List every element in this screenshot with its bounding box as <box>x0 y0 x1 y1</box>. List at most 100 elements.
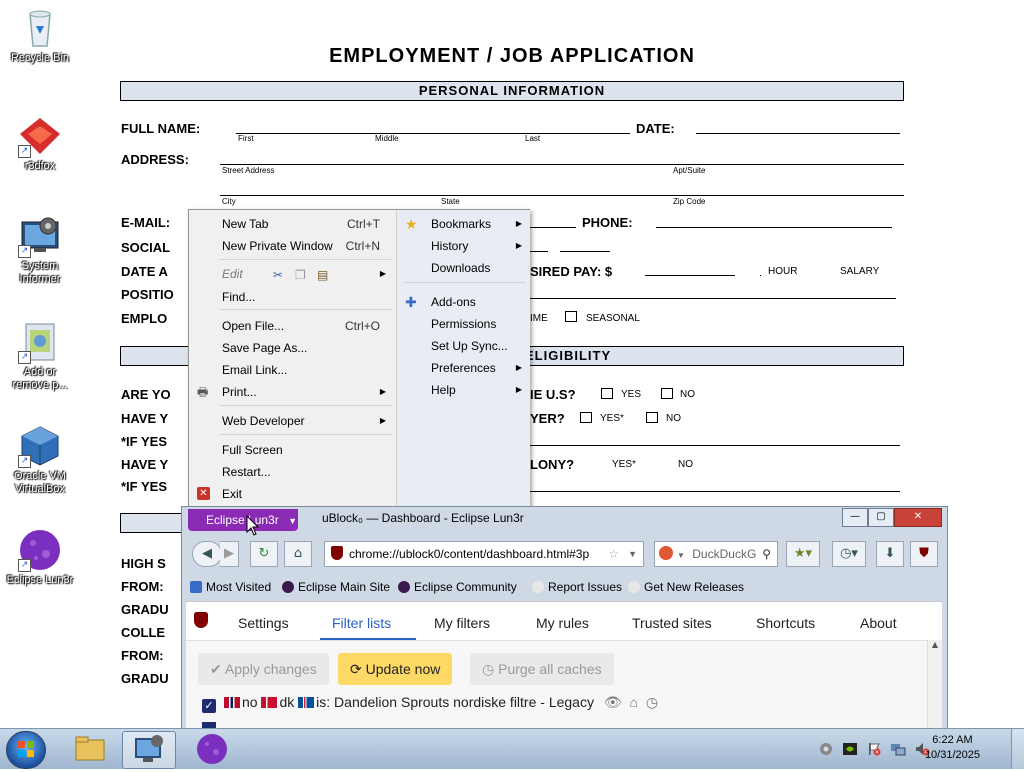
filter-list-item[interactable]: ✓ no dk is: Dandelion Sprouts nordiske fi… <box>202 694 658 713</box>
url-dropdown-icon[interactable]: ▼ <box>628 542 637 566</box>
tick <box>760 275 761 276</box>
underline <box>236 133 630 134</box>
menu-item-print[interactable]: 🖶 Print... ▶ <box>189 382 396 402</box>
tray-flag-icon[interactable]: ✕ <box>866 741 882 757</box>
desktop-icon-r3dfox[interactable]: ↗ r3dfox <box>4 114 76 173</box>
taskbar: ✕ ✕ 6:22 AM 10/31/2025 <box>0 728 1024 769</box>
bookmark-star-icon[interactable]: ☆ <box>608 542 619 566</box>
label-city: City <box>222 197 236 206</box>
tray-nvidia-icon[interactable] <box>842 741 858 757</box>
address-bar[interactable]: chrome://ublock0/content/dashboard.html#… <box>324 541 644 567</box>
update-now-button[interactable]: ⟳ Update now <box>338 653 453 685</box>
desktop-icon-eclipse-lun3r[interactable]: ↗ Eclipse Lun3r <box>4 528 76 587</box>
show-desktop-button[interactable] <box>1011 729 1024 769</box>
filter-enabled-checkbox[interactable]: ✓ <box>202 699 216 713</box>
desktop-icon-system-informer[interactable]: ↗ System Informer <box>4 214 76 286</box>
taskbar-system-informer[interactable] <box>122 731 176 769</box>
bookmarks-menu-button[interactable]: ★▾ <box>786 541 820 567</box>
no-checkbox[interactable] <box>661 388 673 399</box>
eclipse-icon <box>398 581 410 593</box>
taskbar-eclipse-lun3r[interactable] <box>186 731 238 767</box>
search-box[interactable]: ▼ DuckDuckG ⚲ <box>654 541 778 567</box>
menu-item-full-screen[interactable]: Full Screen <box>189 440 396 460</box>
menu-item-email-link[interactable]: Email Link... <box>189 360 396 380</box>
menu-item-exit[interactable]: ✕ Exit <box>189 484 396 504</box>
tray-network-icon[interactable] <box>890 741 906 757</box>
menu-item-restart[interactable]: Restart... <box>189 462 396 482</box>
scroll-up-arrow-icon[interactable]: ▲ <box>928 640 942 649</box>
bookmark-get-new-releases[interactable]: Get New Releases <box>628 579 744 595</box>
menu-item-new-tab[interactable]: New Tab Ctrl+T <box>189 214 396 234</box>
tab-filter-lists[interactable]: Filter lists <box>332 615 391 631</box>
yes-checkbox[interactable] <box>601 388 613 399</box>
menu-item-edit[interactable]: Edit ✂ ❐ ▤ ▶ <box>189 264 396 284</box>
bookmark-eclipse-community[interactable]: Eclipse Community <box>398 579 517 595</box>
tab-about[interactable]: About <box>860 615 897 631</box>
label-from: FROM: <box>121 579 164 594</box>
search-icon[interactable]: ⚲ <box>762 542 771 566</box>
bookmark-report-issues[interactable]: Report Issues <box>532 579 622 595</box>
bookmark-eclipse-main-site[interactable]: Eclipse Main Site <box>282 579 390 595</box>
menu-item-add-ons[interactable]: ✚ Add-ons <box>397 292 530 312</box>
close-button[interactable]: ✕ <box>894 508 942 527</box>
tray-gear-icon[interactable] <box>818 741 834 757</box>
menu-item-bookmarks[interactable]: ★ Bookmarks ▶ <box>397 214 530 234</box>
menu-item-help[interactable]: Help ▶ <box>397 380 530 400</box>
label-position: POSITIO <box>121 287 174 302</box>
menu-item-save-page-as[interactable]: Save Page As... <box>189 338 396 358</box>
menu-item-find[interactable]: Find... <box>189 287 396 307</box>
tab-my-filters[interactable]: My filters <box>434 615 490 631</box>
menu-item-set-up-sync[interactable]: Set Up Sync... <box>397 336 530 356</box>
menu-item-preferences[interactable]: Preferences ▶ <box>397 358 530 378</box>
no-checkbox[interactable] <box>646 412 658 423</box>
copy-icon[interactable]: ❐ <box>295 265 306 285</box>
downloads-button[interactable]: ⬇ <box>876 541 904 567</box>
last-updated-icon[interactable]: ◷ <box>646 694 658 710</box>
purge-caches-button[interactable]: ◷ Purge all caches <box>470 653 614 685</box>
apply-changes-button[interactable]: ✔ Apply changes <box>198 653 329 685</box>
forward-button[interactable]: ▶ <box>220 541 239 567</box>
cut-icon[interactable]: ✂ <box>273 265 283 285</box>
view-content-icon[interactable]: 👁 <box>604 694 622 710</box>
desktop-icon-virtualbox[interactable]: ↗ Oracle VM VirtualBox <box>4 424 76 496</box>
minimize-button[interactable]: — <box>842 508 868 527</box>
vertical-scrollbar[interactable]: ▲ <box>927 640 942 729</box>
underline <box>645 275 735 276</box>
menu-item-open-file[interactable]: Open File... Ctrl+O <box>189 316 396 336</box>
menu-item-new-private-window[interactable]: New Private Window Ctrl+N <box>189 236 396 256</box>
shortcut-arrow-icon: ↗ <box>18 145 31 158</box>
reload-button[interactable]: ↻ <box>250 541 278 567</box>
bookmark-most-visited[interactable]: Most Visited <box>190 579 271 595</box>
app-menu-button[interactable]: Eclipse Lun3r ▼ <box>188 509 298 531</box>
back-button[interactable]: ◀ <box>192 541 222 567</box>
ublock-toolbar-button[interactable]: ⛊ <box>910 541 938 567</box>
tab-trusted-sites[interactable]: Trusted sites <box>632 615 712 631</box>
menu-separator <box>403 282 526 283</box>
search-placeholder: DuckDuckG <box>692 547 757 561</box>
desktop-icon-recycle-bin[interactable]: Recycle Bin <box>4 6 76 65</box>
taskbar-clock[interactable]: 6:22 AM 10/31/2025 <box>925 733 980 763</box>
menu-item-downloads[interactable]: Downloads <box>397 258 530 278</box>
dropdown-arrow-icon: ▼ <box>288 516 297 526</box>
tab-my-rules[interactable]: My rules <box>536 615 589 631</box>
engine-dropdown-icon: ▼ <box>677 551 685 560</box>
home-button[interactable]: ⌂ <box>284 541 312 567</box>
history-button[interactable]: ◷▾ <box>832 541 866 567</box>
menu-item-history[interactable]: History ▶ <box>397 236 530 256</box>
menu-item-permissions[interactable]: Permissions <box>397 314 530 334</box>
desktop-icon-add-remove-programs[interactable]: ↗ Add or remove p... <box>4 320 76 392</box>
exit-icon: ✕ <box>197 487 210 500</box>
taskbar-file-explorer[interactable] <box>64 731 116 767</box>
menu-item-label: Email Link... <box>222 363 288 377</box>
menu-item-web-developer[interactable]: Web Developer ▶ <box>189 411 396 431</box>
back-arrow-icon: ◀ <box>202 546 212 561</box>
desktop-icon-label: r3dfox <box>24 160 56 172</box>
tab-settings[interactable]: Settings <box>238 615 289 631</box>
yes-checkbox[interactable] <box>580 412 592 423</box>
tab-shortcuts[interactable]: Shortcuts <box>756 615 815 631</box>
start-button[interactable] <box>6 731 46 769</box>
homepage-icon[interactable]: ⌂ <box>630 694 638 710</box>
seasonal-checkbox[interactable] <box>565 311 577 322</box>
maximize-button[interactable]: ▢ <box>868 508 894 527</box>
paste-icon[interactable]: ▤ <box>317 265 328 285</box>
